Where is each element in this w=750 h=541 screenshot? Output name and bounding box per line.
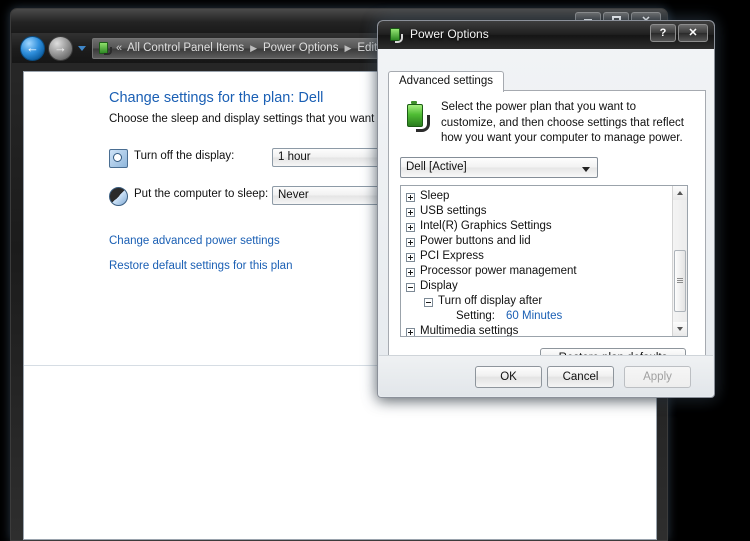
scroll-down-button[interactable]: [673, 322, 687, 336]
chevron-down-icon: [677, 327, 683, 331]
expand-icon[interactable]: [406, 193, 415, 202]
expand-icon[interactable]: [406, 238, 415, 247]
clock-icon: [109, 149, 128, 168]
tree-item-label: Intel(R) Graphics Settings: [420, 220, 552, 232]
power-plan-value: Dell [Active]: [406, 161, 467, 173]
tree-item-display[interactable]: Display: [401, 280, 671, 295]
tree-item-turn-off-display-after[interactable]: Turn off display after: [401, 295, 671, 310]
turn-off-display-label: Turn off the display:: [134, 150, 235, 162]
chevron-down-icon: [582, 167, 590, 172]
breadcrumb-separator-icon[interactable]: ▶: [250, 43, 257, 54]
back-button[interactable]: ←: [20, 35, 45, 61]
forward-arrow-icon: →: [54, 39, 67, 55]
tree-item-intel-graphics-settings[interactable]: Intel(R) Graphics Settings: [401, 220, 671, 235]
setting-value[interactable]: 60 Minutes: [506, 310, 562, 322]
plug-shape: [395, 34, 403, 43]
dialog-close-button[interactable]: ✕: [678, 24, 708, 42]
dialog-title: Power Options: [410, 27, 489, 41]
tree-item-power-buttons-and-lid[interactable]: Power buttons and lid: [401, 235, 671, 250]
forward-button[interactable]: →: [48, 35, 73, 61]
dialog-panel: Select the power plan that you want to c…: [388, 90, 706, 371]
scroll-up-button[interactable]: [673, 186, 687, 200]
dialog-description: Select the power plan that you want to c…: [441, 101, 684, 144]
ok-button[interactable]: OK: [475, 366, 542, 388]
link-restore-default-settings[interactable]: Restore default settings for this plan: [109, 260, 292, 272]
power-plan-icon: [402, 101, 432, 133]
history-dropdown-button[interactable]: [78, 45, 86, 51]
turn-off-display-value: 1 hour: [278, 151, 311, 163]
breadcrumb-overflow-icon[interactable]: «: [116, 42, 122, 54]
tree-item-label: Display: [420, 280, 458, 292]
plug-shape: [104, 47, 112, 55]
tree-item-label: PCI Express: [420, 250, 484, 262]
power-options-icon: [96, 41, 112, 55]
expand-icon[interactable]: [406, 223, 415, 232]
tab-advanced-settings[interactable]: Advanced settings: [388, 71, 504, 92]
expand-icon[interactable]: [406, 208, 415, 217]
tree-item-label: Turn off display after: [438, 295, 543, 307]
tree-item-label: Power buttons and lid: [420, 235, 531, 247]
tree-item-usb-settings[interactable]: USB settings: [401, 205, 671, 220]
question-mark-icon: ?: [659, 27, 667, 39]
tree-item-setting-value[interactable]: Setting: 60 Minutes: [401, 310, 671, 325]
apply-button: Apply: [624, 366, 691, 388]
close-icon: ✕: [688, 27, 698, 39]
advanced-settings-tree[interactable]: Sleep USB settings Intel(R) Graphics Set…: [400, 185, 688, 337]
collapse-icon[interactable]: [406, 283, 415, 292]
dialog-window-controls: ? ✕: [650, 24, 708, 42]
power-options-dialog: Power Options ? ✕ Advanced settings Sele…: [377, 20, 715, 398]
tree-scrollbar[interactable]: [672, 186, 687, 336]
tree-item-multimedia-settings[interactable]: Multimedia settings: [401, 325, 671, 337]
power-options-icon: [387, 27, 403, 43]
breadcrumb-separator-icon[interactable]: ▶: [344, 43, 351, 54]
breadcrumb-power-options[interactable]: Power Options: [263, 42, 338, 54]
link-change-advanced-power-settings[interactable]: Change advanced power settings: [109, 235, 280, 247]
put-computer-to-sleep-label: Put the computer to sleep:: [134, 188, 269, 200]
help-button[interactable]: ?: [650, 24, 676, 42]
moon-icon: [109, 187, 128, 206]
cancel-button[interactable]: Cancel: [547, 366, 614, 388]
dialog-footer: OK Cancel Apply: [379, 355, 713, 396]
tree-item-label: USB settings: [420, 205, 487, 217]
collapse-icon[interactable]: [424, 298, 433, 307]
breadcrumb-all-control-panel-items[interactable]: All Control Panel Items: [127, 42, 244, 54]
put-computer-to-sleep-value: Never: [278, 189, 309, 201]
setting-label: Setting:: [456, 310, 495, 322]
back-arrow-icon: ←: [26, 39, 39, 55]
plug-cord-shape: [416, 115, 430, 132]
tree-item-sleep[interactable]: Sleep: [401, 190, 671, 205]
expand-icon[interactable]: [406, 268, 415, 277]
tree-item-pci-express[interactable]: PCI Express: [401, 250, 671, 265]
dialog-titlebar[interactable]: Power Options ? ✕: [378, 21, 714, 49]
chevron-up-icon: [677, 191, 683, 195]
expand-icon[interactable]: [406, 253, 415, 262]
tree-item-label: Multimedia settings: [420, 325, 519, 337]
tree-item-label: Sleep: [420, 190, 450, 202]
tree-item-processor-power-management[interactable]: Processor power management: [401, 265, 671, 280]
expand-icon[interactable]: [406, 328, 415, 336]
power-plan-select[interactable]: Dell [Active]: [400, 157, 598, 178]
tree-item-label: Processor power management: [420, 265, 577, 277]
page-title: Change settings for the plan: Dell: [109, 90, 324, 106]
tree-node-list: Sleep USB settings Intel(R) Graphics Set…: [401, 190, 671, 337]
scrollbar-thumb[interactable]: [674, 250, 686, 312]
